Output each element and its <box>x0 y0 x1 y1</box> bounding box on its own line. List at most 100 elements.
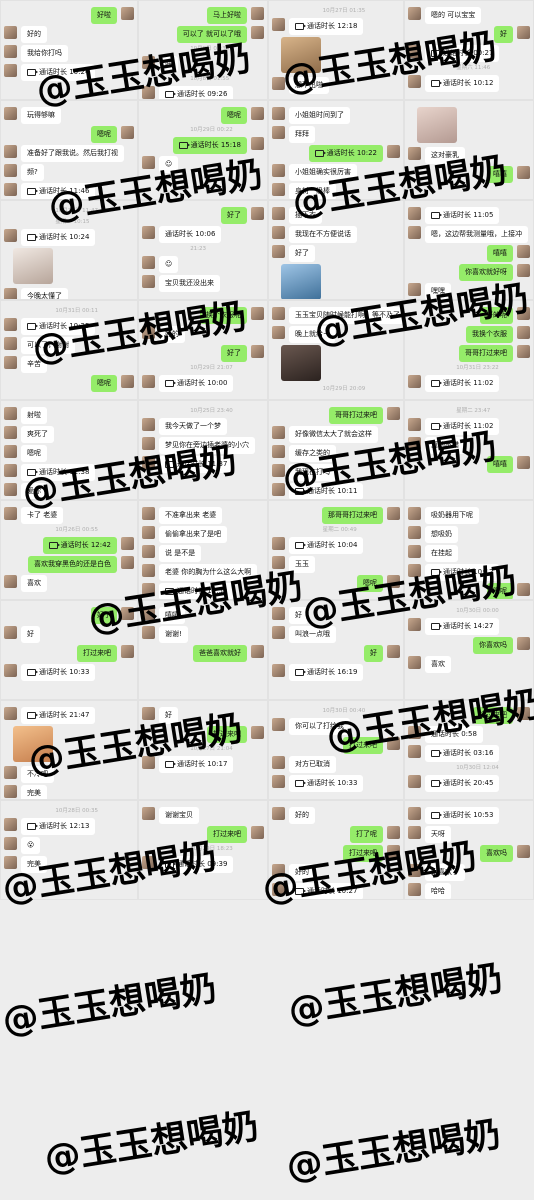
message-text: 通话时长 14:27 <box>443 622 494 630</box>
call-record-bubble: 通话时长 14:27 <box>425 618 500 635</box>
video-call-icon <box>431 422 442 430</box>
avatar <box>272 77 285 90</box>
chat-screenshot-panel: 好的呢 我换个衣服 哥哥打过来吧 10月31日 23:22 通话时长 11:02 <box>404 300 534 400</box>
message-text: 好的 <box>295 868 309 876</box>
message-text: 辛苦 <box>27 360 41 368</box>
message-text: 小姐姐确实很厉害 <box>295 168 351 176</box>
message-text: 玩得够嘛 <box>27 111 55 119</box>
avatar <box>142 326 155 339</box>
video-call-icon <box>295 541 306 549</box>
avatar <box>517 583 530 596</box>
avatar <box>517 456 530 469</box>
message-text: 好的 <box>165 330 179 338</box>
message-text: 今晚太懂了 <box>27 292 62 300</box>
message-text: 拜拜 <box>295 130 309 138</box>
message-text: 通话时长 10:22 <box>326 149 377 157</box>
avatar <box>142 607 155 620</box>
chat-screenshot-panel: 谢谢宝贝 打过来吧 10月29日 18:23 通话时长 09:39 <box>138 800 268 900</box>
avatar <box>4 856 17 869</box>
message-bubble: 我现在不方便说话 <box>289 226 357 243</box>
call-record-bubble: 通话时长 11:02 <box>425 418 500 435</box>
avatar <box>517 307 530 320</box>
avatar <box>517 707 530 720</box>
message-text: 通话时长 20:45 <box>443 779 494 787</box>
message-text: 哈哈 <box>431 887 445 895</box>
message-bubble: 通话时长 0:58 <box>425 726 483 743</box>
message-bubble: 好的呢 <box>480 307 513 324</box>
message-text: 谢谢宝贝 <box>165 811 193 819</box>
video-call-icon <box>295 22 306 30</box>
video-call-icon <box>431 79 442 87</box>
avatar <box>408 437 421 450</box>
avatar <box>251 826 264 839</box>
message-text: 10月8日 01:34 <box>190 46 230 52</box>
message-text: 通话时长 21:47 <box>39 711 90 719</box>
message-bubble: 喜欢我穿黑色的还是白色 <box>28 556 117 573</box>
avatar <box>4 464 17 477</box>
avatar <box>142 564 155 577</box>
message-text: 嘻嘻 <box>493 170 507 178</box>
message-text: 星期二 00:49 <box>322 527 357 533</box>
message-text: 嗯呢 <box>97 130 111 138</box>
message-bubble: 打过来吧 <box>207 726 247 743</box>
avatar <box>142 56 155 69</box>
video-call-icon <box>165 760 176 768</box>
chat-screenshot-panel: 好了 通话时长 10:06 21:23 ☺ 宝贝我还没出来 <box>138 200 268 300</box>
avatar <box>408 75 421 88</box>
video-call-icon <box>27 668 38 676</box>
message-bubble: 你可以了打给我 <box>289 718 350 735</box>
chat-screenshot-panel: 那哥哥打过来吧 星期二 00:49 通话时长 10:04 玉玉 嗯呢 <box>268 500 404 600</box>
avatar <box>272 556 285 569</box>
avatar <box>4 337 17 350</box>
message-text: 梦见你在旁边插老婆的小穴 <box>165 441 249 449</box>
shadow-photo <box>281 345 321 381</box>
message-bubble: 哥哥打过来吧 <box>329 407 383 424</box>
message-text: 星期六 11:46 <box>456 65 491 71</box>
message-text: 玉玉宝贝随时候能打啊，等不及了 <box>295 311 400 319</box>
chat-screenshot-panel: 通话时长 11:05 嗯，这边帮我测量哦，上接冲 嘻嘻 你喜欢就好呀 嘿嘿 <box>404 200 534 300</box>
message-bubble: 喜欢吗 <box>480 845 513 862</box>
chat-screenshot-panel: 好啦 好的 我给你打吗 通话时长 10:24 <box>0 0 138 100</box>
avatar <box>272 326 285 339</box>
avatar <box>408 745 421 758</box>
message-text: 爸爸喜欢就好 <box>199 649 241 657</box>
message-text: 嗯呢 <box>97 379 111 387</box>
message-bubble: 好像微信太大了就会这样 <box>289 426 378 443</box>
message-text: 太喜欢了 <box>431 868 459 876</box>
message-text: 通话时长 00:27 <box>443 49 494 57</box>
avatar <box>272 537 285 550</box>
message-text: 哥哥打过来吧 <box>335 411 377 419</box>
timestamp: 10月30日 12:04 <box>456 764 499 773</box>
message-text: 好 <box>500 30 507 38</box>
message-bubble: 你喜欢就好呀 <box>459 264 513 281</box>
message-text: 通话时长 15:18 <box>190 141 241 149</box>
message-bubble: 嘻嘻 <box>159 607 185 624</box>
message-bubble: 可以了，谢谢 <box>21 337 75 354</box>
message-text: 这对豪乳 <box>431 151 459 159</box>
avatar <box>408 864 421 877</box>
avatar <box>121 537 134 550</box>
avatar <box>121 607 134 620</box>
avatar <box>4 164 17 177</box>
message-bubble: 缓存之类的 <box>289 445 336 462</box>
message-text: 通话时长 10:24 <box>39 68 90 76</box>
call-record-bubble: 通话时长 10:24 <box>21 229 96 246</box>
message-bubble: 我给你打吗 <box>21 45 68 62</box>
avatar <box>387 407 400 420</box>
message-text: 通话时长 11:46 <box>39 187 90 195</box>
thumb-sticker <box>281 264 321 299</box>
message-bubble: 好 <box>21 626 40 643</box>
message-text: 10月31日 00:11 <box>55 308 98 314</box>
avatar <box>408 7 421 20</box>
message-bubble: 那哥哥打过来吧 <box>322 507 383 524</box>
message-bubble: 想不出啦 <box>289 77 329 94</box>
avatar <box>4 626 17 639</box>
message-text: 爱你 <box>27 487 41 495</box>
message-bubble: 好了 <box>221 345 247 362</box>
message-text: 打了呢 <box>356 830 377 838</box>
timestamp: 10月31日 11:47 <box>55 207 98 216</box>
avatar <box>408 807 421 820</box>
message-text: 10月31日 23:22 <box>456 365 499 371</box>
message-text: 缓存之类的 <box>295 449 330 457</box>
avatar <box>408 507 421 520</box>
